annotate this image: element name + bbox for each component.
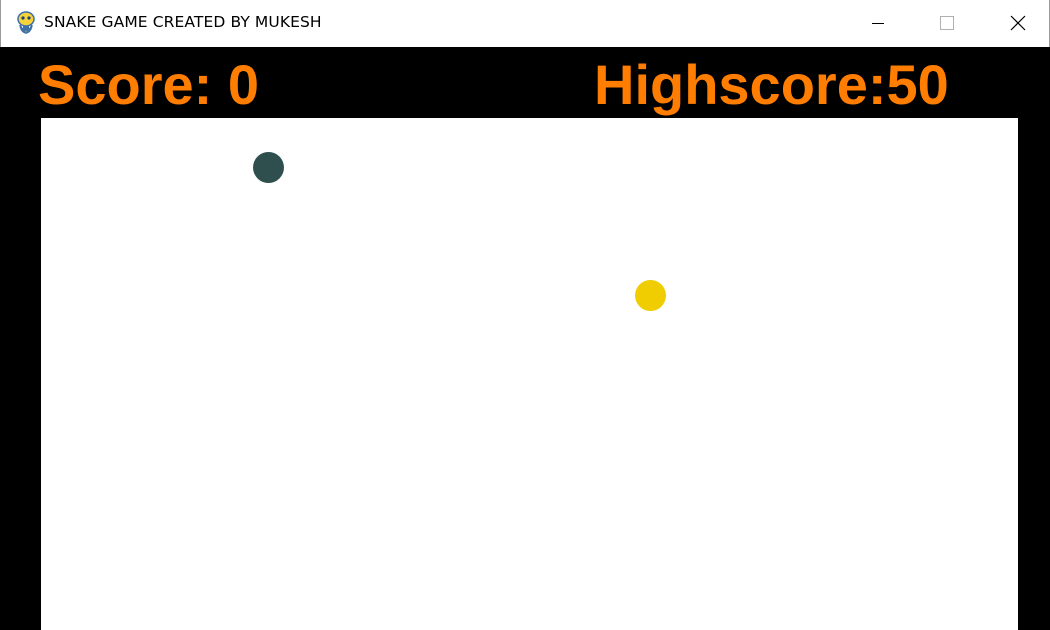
title-bar[interactable]: SNAKE GAME CREATED BY MUKESH: [0, 0, 1050, 47]
game-window: SNAKE GAME CREATED BY MUKESH Score: 0 Hi…: [0, 0, 1050, 630]
maximize-icon: [940, 16, 954, 30]
minimize-button[interactable]: [843, 0, 913, 47]
window-title: SNAKE GAME CREATED BY MUKESH: [44, 13, 322, 31]
close-icon: [1010, 15, 1026, 31]
pygame-snake-icon: [17, 11, 35, 34]
minimize-icon: [872, 23, 884, 24]
maximize-button[interactable]: [911, 0, 981, 47]
playfield: [41, 118, 1018, 630]
close-button[interactable]: [981, 0, 1050, 47]
game-surface[interactable]: Score: 0 Highscore:50: [0, 47, 1050, 630]
highscore-display: Highscore:50: [594, 53, 949, 116]
food-pellet: [635, 280, 666, 311]
score-display: Score: 0: [38, 53, 259, 116]
snake-head: [253, 152, 284, 183]
